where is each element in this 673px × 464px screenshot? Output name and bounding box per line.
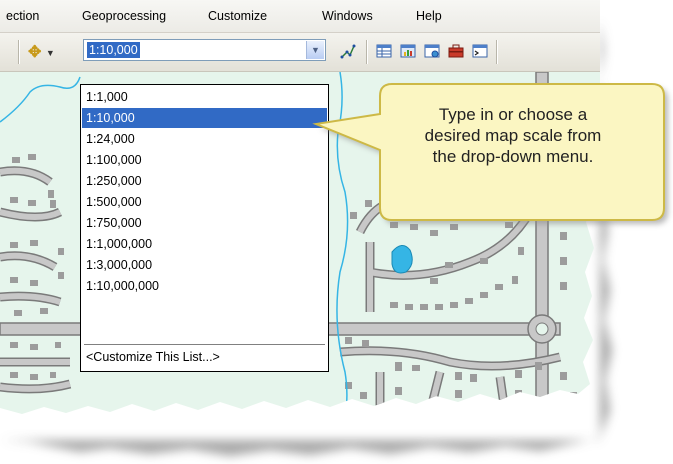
callout-line: the drop-down menu. <box>432 147 594 166</box>
callout-line: desired map scale from <box>424 126 602 145</box>
callout-line: Type in or choose a <box>438 105 588 124</box>
callout-text: Type in or choose a desired map scale fr… <box>378 104 648 167</box>
callout-bubble <box>312 83 668 224</box>
